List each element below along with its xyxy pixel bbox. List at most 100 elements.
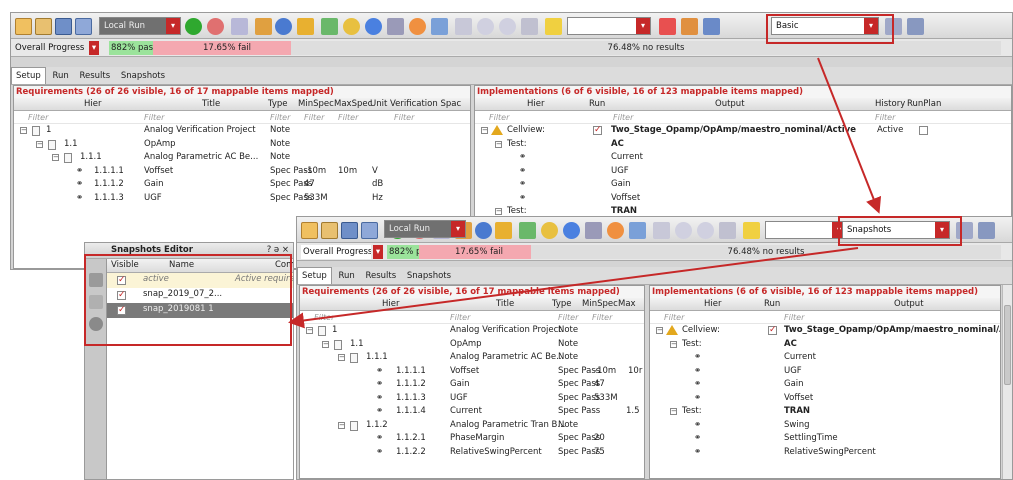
col-unit[interactable]: Unit	[370, 98, 387, 111]
table-row[interactable]: − Cellview: ✓ Two_Stage_Opamp/OpAmp/maes…	[650, 324, 1000, 338]
filter-hier[interactable]: Filter	[28, 111, 48, 124]
front-view-select[interactable]: Snapshots ▾	[842, 221, 950, 239]
run-mode-select[interactable]: Local Run ▾	[99, 17, 181, 35]
col-title[interactable]: Title	[496, 298, 514, 311]
info-icon[interactable]	[563, 222, 580, 239]
table-row[interactable]: ⚭ SettlingTime	[650, 432, 1000, 446]
progress-dropdown[interactable]: ▾	[373, 245, 383, 259]
window-controls[interactable]: ? ə ×	[267, 243, 289, 258]
circle-icon[interactable]	[477, 18, 494, 35]
filter-title[interactable]: Filter	[144, 111, 164, 124]
table-row[interactable]: − Test: TRAN	[650, 405, 1000, 419]
badge-icon[interactable]	[343, 18, 360, 35]
filter-hier[interactable]: Filter	[489, 111, 509, 124]
link-icon[interactable]	[321, 18, 338, 35]
filter-icon[interactable]	[545, 18, 562, 35]
table-row[interactable]: ⚭ 1.1.1.4 Current Spec Pass 1.5	[300, 405, 644, 419]
col-minspec[interactable]: MinSpec	[298, 98, 334, 111]
scroll-thumb[interactable]	[1004, 305, 1011, 385]
dashboard-icon[interactable]	[89, 295, 103, 309]
table-row[interactable]: − 1.1.1 Analog Parametric AC Be... Note	[300, 351, 644, 365]
view-options-icon[interactable]	[885, 18, 902, 35]
collapse-icon[interactable]: −	[670, 340, 677, 348]
export-icon[interactable]	[231, 18, 248, 35]
window-icon[interactable]	[585, 222, 602, 239]
picture-icon[interactable]	[629, 222, 646, 239]
info-icon[interactable]	[365, 18, 382, 35]
filter-hier[interactable]: Filter	[314, 311, 334, 324]
clock-icon[interactable]	[607, 222, 624, 239]
filter-type[interactable]: Filter	[270, 111, 290, 124]
clock-icon[interactable]	[409, 18, 426, 35]
snapshot-row-selected[interactable]: ✓ snap_2019081 1	[107, 303, 293, 318]
table-row[interactable]: − 1.1.1 Analog Parametric AC Be... Note	[14, 151, 470, 165]
runplan-checkbox[interactable]	[919, 126, 928, 135]
table-row[interactable]: − 1.1 OpAmp Note	[14, 138, 470, 152]
filter-type[interactable]: Filter	[558, 311, 578, 324]
new-icon[interactable]	[301, 222, 318, 239]
table-row[interactable]: ⚭ 1.1.1.1 Voffset Spec Pass -10m 10m V	[14, 165, 470, 179]
collapse-icon[interactable]: −	[306, 327, 313, 334]
window-icon[interactable]	[387, 18, 404, 35]
collapse-icon[interactable]: −	[338, 421, 345, 429]
table-row[interactable]: − Test: AC	[650, 338, 1000, 352]
badge-icon[interactable]	[541, 222, 558, 239]
save-icon[interactable]	[55, 18, 72, 35]
collapse-icon[interactable]: −	[338, 354, 345, 361]
settings-icon[interactable]	[89, 317, 103, 331]
collapse-icon[interactable]: −	[495, 208, 502, 215]
collapse-icon[interactable]: −	[322, 340, 329, 348]
table-row[interactable]: ⚭ Voffset	[475, 192, 1011, 206]
new-icon[interactable]	[15, 18, 32, 35]
collapse-icon[interactable]: −	[52, 154, 59, 161]
front-run-mode-select[interactable]: Local Run ▾	[384, 220, 466, 238]
table-row[interactable]: ⚭ Current	[650, 351, 1000, 365]
col-output[interactable]: Output	[715, 98, 745, 111]
list-icon[interactable]	[653, 222, 670, 239]
col-hier[interactable]: Hier	[527, 98, 544, 111]
filter-min[interactable]: Filter	[592, 311, 612, 324]
col-minspec[interactable]: MinSpec	[582, 298, 618, 311]
link-icon[interactable]	[519, 222, 536, 239]
table-row[interactable]: ⚭ Gain	[475, 178, 1011, 192]
tab-results[interactable]: Results	[75, 68, 114, 85]
implementations-scrollbar[interactable]	[1002, 285, 1012, 479]
filter-select[interactable]: ▾	[567, 17, 651, 35]
table-row[interactable]: ⚭ 1.1.1.1 Voffset Spec Pass -10m 10r	[300, 365, 644, 379]
tab-setup[interactable]: Setup	[297, 267, 332, 284]
progress-dropdown[interactable]: ▾	[89, 41, 99, 55]
refresh-icon[interactable]	[475, 222, 492, 239]
collapse-icon[interactable]: −	[36, 140, 43, 148]
tools-icon[interactable]	[297, 18, 314, 35]
picture-icon[interactable]	[431, 18, 448, 35]
col-type[interactable]: Type	[268, 98, 288, 111]
refresh-icon[interactable]	[275, 18, 292, 35]
col-title[interactable]: Title	[202, 98, 220, 111]
save-icon[interactable]	[341, 222, 358, 239]
filter-min[interactable]: Filter	[304, 111, 324, 124]
filter-icon[interactable]	[743, 222, 760, 239]
view-settings-icon[interactable]	[978, 222, 995, 239]
table-row[interactable]: ⚭ 1.1.1.3 UGF Spec Pass 533M	[300, 392, 644, 406]
run-checkbox[interactable]: ✓	[768, 326, 777, 335]
circle-icon[interactable]	[675, 222, 692, 239]
collapse-icon[interactable]: −	[670, 408, 677, 415]
table-row[interactable]: − 1.1 OpAmp Note	[300, 338, 644, 352]
tools-icon[interactable]	[495, 222, 512, 239]
filter-row[interactable]: Filter Filter	[650, 311, 1000, 324]
col-type[interactable]: Type	[552, 298, 572, 311]
edit-icon[interactable]	[75, 18, 92, 35]
step-icon[interactable]	[697, 222, 714, 239]
tab-snapshots[interactable]: Snapshots	[117, 68, 169, 85]
open-folder-icon[interactable]	[35, 18, 52, 35]
view-options-icon[interactable]	[956, 222, 973, 239]
step-icon[interactable]	[499, 18, 516, 35]
col-maxspec[interactable]: Max	[618, 298, 636, 311]
table-row[interactable]: − 1.1.2 Analog Parametric Tran B... Note	[300, 419, 644, 433]
table-row[interactable]: − Cellview: ✓ Two_Stage_Opamp/OpAmp/maes…	[475, 124, 1011, 138]
edit-icon[interactable]	[361, 222, 378, 239]
filter-output[interactable]: Filter	[613, 111, 633, 124]
table-row[interactable]: − Test: AC	[475, 138, 1011, 152]
col-comment[interactable]: Com	[275, 259, 293, 272]
collapse-icon[interactable]: −	[656, 327, 663, 334]
